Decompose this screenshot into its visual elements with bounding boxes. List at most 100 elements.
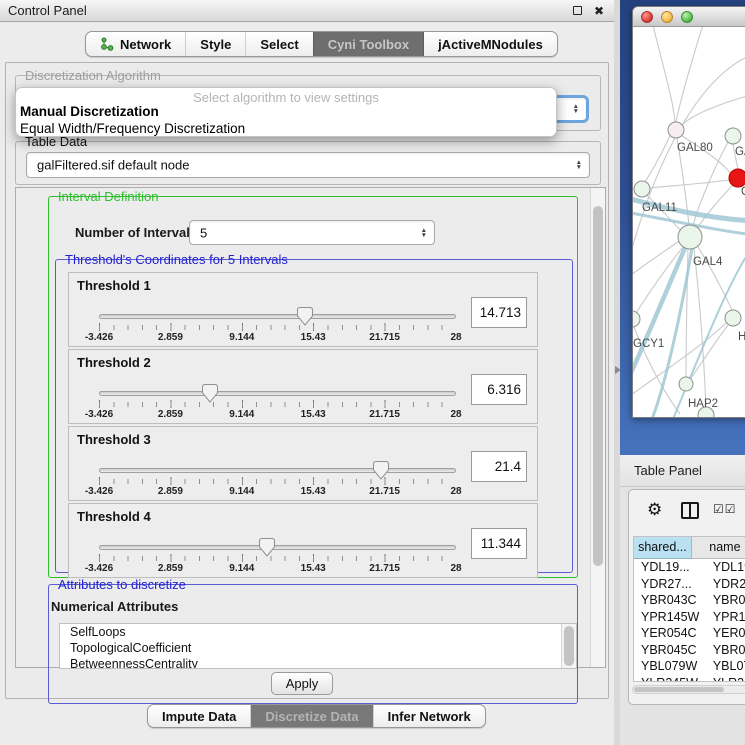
slider-tick-labels: -3.426 2.859 9.144 15.43 21.715 28 bbox=[99, 409, 456, 421]
combo-arrows-icon: ▲▼ bbox=[576, 160, 582, 170]
table-row[interactable]: YBL079WYBL07 bbox=[634, 658, 745, 675]
num-intervals-value: 5 bbox=[200, 225, 207, 240]
node-gal4[interactable] bbox=[678, 225, 702, 249]
threshold-1-value-field[interactable]: 14.713 bbox=[471, 297, 527, 328]
gear-icon[interactable]: ⚙ bbox=[647, 500, 662, 520]
cyni-toolbox-panel: Discretization Algorithm ▲▼ Select algor… bbox=[5, 62, 609, 699]
threshold-1-slider[interactable]: -3.426 2.859 9.144 15.43 21.715 28 bbox=[99, 309, 456, 345]
node-selected-red[interactable] bbox=[729, 169, 745, 187]
settings-scrollpane: Interval Definition Number of Intervals … bbox=[15, 187, 606, 668]
list-item[interactable]: BetweennessCentrality bbox=[60, 656, 576, 669]
split-columns-icon[interactable] bbox=[681, 502, 699, 519]
numerical-attributes-label: Numerical Attributes bbox=[51, 599, 178, 614]
tab-discretize-data-label: Discretize Data bbox=[265, 709, 358, 724]
table-row[interactable]: YPR145WYPR14 bbox=[634, 609, 745, 626]
control-panel-window: Control Panel ✖ Network Style Select Cyn… bbox=[0, 0, 614, 745]
table-row[interactable]: YLR345WYLR34 bbox=[634, 675, 745, 683]
tab-select-label: Select bbox=[260, 37, 298, 52]
slider-minor-ticks bbox=[99, 479, 456, 484]
table-panel-titlebar: Table Panel bbox=[620, 455, 745, 487]
node-hap2[interactable] bbox=[679, 377, 693, 391]
table-row[interactable]: YBR043CYBR04 bbox=[634, 592, 745, 609]
threshold-1-slider-thumb[interactable] bbox=[297, 307, 313, 326]
list-scrollbar[interactable] bbox=[561, 624, 576, 669]
network-icon bbox=[100, 37, 114, 51]
tab-impute-data[interactable]: Impute Data bbox=[148, 705, 250, 727]
column-header-name[interactable]: name bbox=[692, 537, 745, 559]
network-view-window[interactable]: GAL80 GA C GAL11 GAL4 GCY1 H HAP2 bbox=[632, 6, 745, 418]
threshold-2-value-field[interactable]: 6.316 bbox=[471, 374, 527, 405]
scrollbar-thumb[interactable] bbox=[634, 687, 724, 692]
numerical-attributes-list[interactable]: SelfLoops TopologicalCoefficient Between… bbox=[59, 623, 577, 669]
tab-infer-network[interactable]: Infer Network bbox=[373, 705, 485, 727]
node-gal11[interactable] bbox=[634, 181, 650, 197]
tab-infer-network-label: Infer Network bbox=[388, 709, 471, 724]
slider-minor-ticks bbox=[99, 325, 456, 330]
threshold-4-slider[interactable]: -3.426 2.859 9.144 15.43 21.715 28 bbox=[99, 540, 456, 576]
threshold-3-value-field[interactable]: 21.4 bbox=[471, 451, 527, 482]
algorithm-option-equal-width[interactable]: Equal Width/Frequency Discretization bbox=[20, 121, 245, 136]
table-horizontal-scrollbar[interactable] bbox=[632, 685, 745, 694]
interval-definition-title: Interval Definition bbox=[55, 189, 161, 204]
tab-select[interactable]: Select bbox=[245, 32, 312, 56]
slider-track[interactable] bbox=[99, 314, 456, 319]
network-window-titlebar[interactable] bbox=[633, 7, 745, 27]
table-row[interactable]: YDR27...YDR27 bbox=[634, 576, 745, 593]
list-item[interactable]: SelfLoops bbox=[60, 624, 576, 640]
column-header-shared-name[interactable]: shared... bbox=[634, 537, 692, 559]
discretization-algorithm-title: Discretization Algorithm bbox=[22, 68, 164, 83]
threshold-2-label: Threshold 2 bbox=[77, 355, 151, 370]
list-item[interactable]: TopologicalCoefficient bbox=[60, 640, 576, 656]
interval-definition-group: Interval Definition Number of Intervals … bbox=[48, 196, 578, 578]
close-icon[interactable]: ✖ bbox=[592, 4, 606, 18]
control-panel-tabs: Network Style Select Cyni Toolbox jActiv… bbox=[85, 31, 558, 57]
network-canvas[interactable]: GAL80 GA C GAL11 GAL4 GCY1 H HAP2 bbox=[633, 27, 745, 418]
slider-track[interactable] bbox=[99, 468, 456, 473]
node-gal80[interactable] bbox=[668, 122, 684, 138]
threshold-3-label: Threshold 3 bbox=[77, 432, 151, 447]
tab-jactivemnodules[interactable]: jActiveMNodules bbox=[423, 32, 557, 56]
threshold-4-value-field[interactable]: 11.344 bbox=[471, 528, 527, 559]
threshold-2-slider[interactable]: -3.426 2.859 9.144 15.43 21.715 28 bbox=[99, 386, 456, 422]
combo-arrows-icon: ▲▼ bbox=[573, 104, 579, 114]
threshold-1-box: Threshold 1 -3.426 2.859 bbox=[68, 272, 538, 347]
tab-network[interactable]: Network bbox=[86, 32, 185, 56]
node-label-hap2: HAP2 bbox=[688, 398, 718, 410]
threshold-3-box: Threshold 3 -3.426 2.859 bbox=[68, 426, 538, 501]
table-data-combobox[interactable]: galFiltered.sif default node ▲▼ bbox=[26, 152, 590, 178]
tab-discretize-data[interactable]: Discretize Data bbox=[250, 705, 372, 727]
node-h[interactable] bbox=[725, 310, 741, 326]
settings-vertical-scrollbar[interactable] bbox=[590, 188, 605, 667]
table-row[interactable]: YDL19...YDL19 bbox=[634, 559, 745, 576]
node-top-right[interactable] bbox=[725, 128, 741, 144]
node-label-h: H bbox=[738, 331, 745, 343]
threshold-4-slider-thumb[interactable] bbox=[259, 538, 275, 557]
threshold-3-slider[interactable]: -3.426 2.859 9.144 15.43 21.715 28 bbox=[99, 463, 456, 499]
num-intervals-combobox[interactable]: 5 ▲▼ bbox=[189, 220, 435, 245]
threshold-2-slider-thumb[interactable] bbox=[202, 384, 218, 403]
tab-cyni-toolbox-label: Cyni Toolbox bbox=[328, 37, 409, 52]
table-row[interactable]: YER054CYER05 bbox=[634, 625, 745, 642]
algorithm-option-manual[interactable]: Manual Discretization bbox=[20, 104, 159, 119]
tab-style[interactable]: Style bbox=[185, 32, 245, 56]
zoom-traffic-light-icon[interactable] bbox=[681, 11, 693, 23]
tab-style-label: Style bbox=[200, 37, 231, 52]
num-intervals-label: Number of Intervals bbox=[75, 225, 197, 240]
float-window-icon[interactable] bbox=[570, 4, 584, 18]
scrollbar-thumb[interactable] bbox=[593, 206, 603, 566]
slider-track[interactable] bbox=[99, 545, 456, 550]
slider-track[interactable] bbox=[99, 391, 456, 396]
tab-cyni-toolbox[interactable]: Cyni Toolbox bbox=[313, 32, 423, 56]
node-gcy1[interactable] bbox=[633, 311, 640, 327]
node-label-ga: GA bbox=[735, 146, 745, 158]
minimize-traffic-light-icon[interactable] bbox=[661, 11, 673, 23]
select-columns-icon[interactable]: ☑☑ bbox=[713, 502, 737, 516]
right-column: GAL80 GA C GAL11 GAL4 GCY1 H HAP2 Table … bbox=[620, 0, 745, 745]
slider-tick-labels: -3.426 2.859 9.144 15.43 21.715 28 bbox=[99, 486, 456, 498]
tab-network-label: Network bbox=[120, 37, 171, 52]
threshold-3-slider-thumb[interactable] bbox=[373, 461, 389, 480]
table-row[interactable]: YBR045CYBR04 bbox=[634, 642, 745, 659]
apply-button[interactable]: Apply bbox=[271, 672, 333, 695]
window-title: Control Panel bbox=[8, 3, 87, 18]
close-traffic-light-icon[interactable] bbox=[641, 11, 653, 23]
